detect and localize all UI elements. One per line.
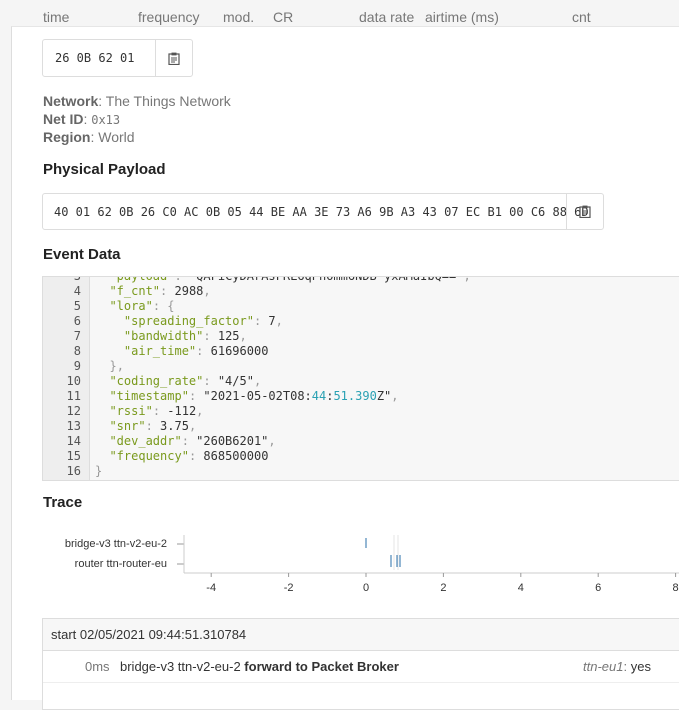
network-row: Network: The Things Network <box>43 93 231 109</box>
event-data-editor[interactable]: 3 "payload": "QAFiCyDArAsFRL6qPnOmm6NDB-… <box>42 276 679 481</box>
trace-tick-label: 6 <box>595 582 601 594</box>
dev-addr-value[interactable]: 26 0B 62 01 <box>55 51 134 65</box>
code-line-number: 13 <box>66 419 81 433</box>
code-line-number: 4 <box>73 284 81 298</box>
copy-payload-button[interactable] <box>566 194 603 229</box>
column-modulation[interactable]: mod. <box>223 9 254 25</box>
code-line-number: 6 <box>73 314 81 328</box>
code-line-number: 7 <box>73 329 81 343</box>
physical-payload-field: 40 01 62 0B 26 C0 AC 0B 05 44 BE AA 3E 7… <box>42 193 604 230</box>
trace-row-time: 0ms <box>85 659 110 674</box>
trace-tick-label: -4 <box>206 582 216 594</box>
trace-tick-label: 0 <box>363 582 369 594</box>
column-time[interactable]: time <box>43 9 69 25</box>
trace-row-service: bridge-v3 ttn-v2-eu-2 forward to Packet … <box>120 651 399 682</box>
trace-row-tag: ttn-eu1: yes <box>583 659 651 674</box>
code-line-text: "payload": "QAFiCyDArAsFRL6qPnOmm6NDB-yx… <box>109 276 471 283</box>
code-line-text: } <box>95 464 103 478</box>
code-line-number: 15 <box>66 449 81 463</box>
trace-title: Trace <box>43 494 83 511</box>
code-line-text: "spreading_factor": 7, <box>123 314 283 328</box>
trace-tick-labels: -4 -2 0 2 4 6 8 <box>206 573 679 594</box>
code-line-text: "air_time": 61696000 <box>123 344 269 358</box>
trace-tick-label: 2 <box>440 582 446 594</box>
physical-payload-value[interactable]: 40 01 62 0B 26 C0 AC 0B 05 44 BE AA 3E 7… <box>54 205 589 219</box>
code-line-text: "snr": 3.75, <box>109 419 197 433</box>
code-line-text: "dev_addr": "260B6201", <box>109 434 276 448</box>
code-line-number: 3 <box>73 276 81 283</box>
code-line-text: "bandwidth": 125, <box>123 329 247 343</box>
trace-table-row[interactable]: 0ms bridge-v3 ttn-v2-eu-2 forward to Pac… <box>43 651 679 683</box>
physical-payload-title: Physical Payload <box>43 161 166 178</box>
region-value: World <box>98 129 135 145</box>
code-line-text: }, <box>109 359 124 373</box>
column-data-rate[interactable]: data rate <box>359 9 414 25</box>
region-label: Region <box>43 129 91 145</box>
trace-row-tag-key: ttn-eu1 <box>583 659 624 674</box>
code-line-number: 11 <box>66 389 81 403</box>
code-line-text: "frequency": 868500000 <box>109 449 269 463</box>
code-line-number: 10 <box>66 374 81 388</box>
network-label: Network <box>43 93 99 109</box>
trace-row-tag-value: yes <box>630 659 651 674</box>
code-line-text: "coding_rate": "4/5", <box>109 374 262 388</box>
code-line-number: 14 <box>66 434 81 448</box>
clipboard-icon <box>168 52 180 65</box>
column-coding-rate[interactable]: CR <box>273 9 293 25</box>
code-line-text: "f_cnt": 2988, <box>109 284 211 298</box>
trace-tick-label: 8 <box>673 582 679 594</box>
code-line-text: "timestamp": "2021-05-02T08:44:51.390Z", <box>109 389 399 403</box>
code-line-number: 8 <box>73 344 81 358</box>
message-detail-panel: 26 0B 62 01 Network: The Things Network … <box>11 26 679 710</box>
column-count[interactable]: cnt <box>572 9 591 25</box>
trace-table: start 02/05/2021 09:44:51.310784 0ms bri… <box>42 618 679 710</box>
trace-tick-label: 4 <box>518 582 524 594</box>
code-line-number: 12 <box>66 404 81 418</box>
trace-chart: bridge-v3 ttn-v2-eu-2 router ttn-router-… <box>12 525 679 605</box>
region-row: Region: World <box>43 129 135 145</box>
code-line-text: "rssi": -112, <box>109 404 204 418</box>
code-line-text: "lora": { <box>109 299 175 313</box>
clipboard-icon <box>579 205 591 218</box>
code-line-number: 9 <box>73 359 81 373</box>
column-airtime[interactable]: airtime (ms) <box>425 9 499 25</box>
net-id-row: Net ID: 0x13 <box>43 111 121 127</box>
trace-row-service-name: bridge-v3 ttn-v2-eu-2 <box>120 659 241 674</box>
column-frequency[interactable]: frequency <box>138 9 199 25</box>
trace-row-action: forward to Packet Broker <box>244 659 399 674</box>
network-value: The Things Network <box>105 93 231 109</box>
trace-start-header: start 02/05/2021 09:44:51.310784 <box>43 619 679 651</box>
trace-plot: -4 -2 0 2 4 6 8 <box>177 535 679 594</box>
event-data-title: Event Data <box>43 246 121 263</box>
code-line-number: 16 <box>66 464 81 478</box>
trace-tick-label: -2 <box>284 582 294 594</box>
net-id-value: 0x13 <box>91 113 121 127</box>
dev-addr-field: 26 0B 62 01 <box>42 39 193 77</box>
copy-dev-addr-button[interactable] <box>155 40 192 76</box>
code-line-number: 5 <box>73 299 81 313</box>
net-id-label: Net ID <box>43 111 84 127</box>
